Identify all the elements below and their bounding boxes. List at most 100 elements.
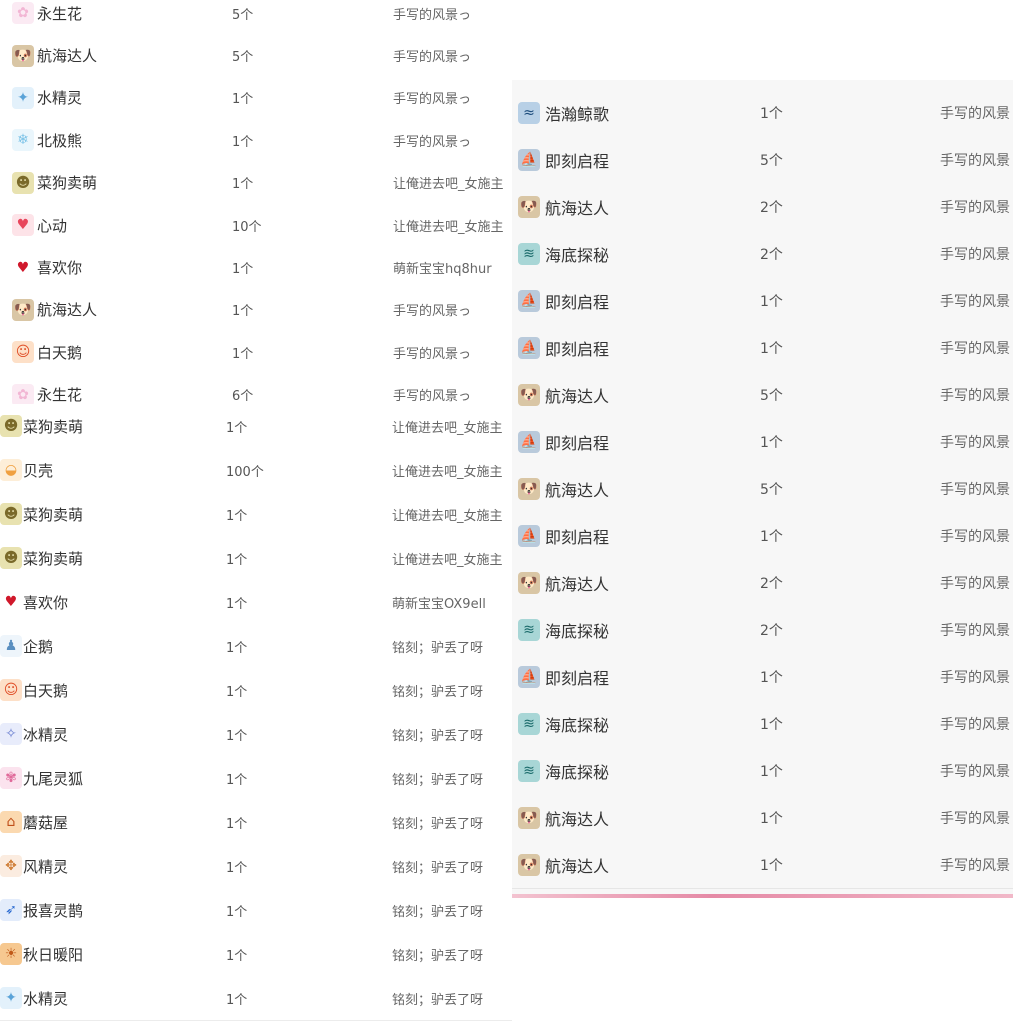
gift-name: 菜狗卖萌 xyxy=(23,549,84,568)
gift-sender: 铭刻；驴丢了呀 xyxy=(392,904,484,920)
gift-sender: 铭刻；驴丢了呀 xyxy=(392,728,484,744)
gift-row: 🐶 航海达人 2个 手写的风景 xyxy=(512,559,1013,607)
gift-count: 1个 xyxy=(760,340,783,357)
gift-count: 5个 xyxy=(232,7,254,23)
gift-row: 🐶 航海达人 5个 手写的风景 xyxy=(512,465,1013,513)
pug-icon: 🐶 xyxy=(518,383,540,406)
gift-count: 1个 xyxy=(226,904,248,920)
gift-row: ≋ 海底探秘 1个 手写的风景 xyxy=(512,747,1013,795)
gift-row: ♟ 企鹅 1个 铭刻；驴丢了呀 xyxy=(0,624,512,669)
gift-row: ✿ 永生花 5个 手写的风景っ xyxy=(0,0,512,36)
gift-row: ⛵ 即刻启程 1个 手写的风景 xyxy=(512,277,1013,325)
gift-sender: 让俺进去吧_女施主 xyxy=(392,508,503,524)
gift-count: 1个 xyxy=(226,948,248,964)
gift-row: ≈ 浩瀚鲸歌 1个 手写的风景 xyxy=(512,89,1013,137)
dog-face-icon: ☻ xyxy=(0,415,22,437)
seabed-icon: ≋ xyxy=(518,712,540,735)
gift-row: ♥ 心动 10个 让俺进去吧_女施主 xyxy=(0,204,512,248)
gift-sender: 手写的风景っ xyxy=(393,50,472,66)
pug-icon: 🐶 xyxy=(518,806,540,829)
gift-count: 2个 xyxy=(760,575,783,592)
pug-icon: 🐶 xyxy=(518,571,540,594)
gift-count: 2个 xyxy=(760,199,783,216)
gift-row: ☀ 秋日暖阳 1个 铭刻；驴丢了呀 xyxy=(0,932,512,977)
gift-name: 航海达人 xyxy=(545,198,610,218)
gift-row: ☻ 菜狗卖萌 1个 让俺进去吧_女施主 xyxy=(0,161,512,205)
gift-sender: 手写的风景 xyxy=(940,199,1010,216)
gift-name: 菜狗卖萌 xyxy=(37,174,98,193)
heart-icon: ♥ xyxy=(0,591,22,613)
gift-sender: 萌新宝宝hq8hur xyxy=(393,262,492,278)
ship-icon: ⛵ xyxy=(518,524,540,547)
gift-count: 1个 xyxy=(760,716,783,733)
gift-row: ◒ 贝壳 100个 让俺进去吧_女施主 xyxy=(0,448,512,493)
gift-count: 1个 xyxy=(232,92,254,108)
wind-sprite-icon: ✥ xyxy=(0,855,22,877)
seabed-icon: ≋ xyxy=(518,242,540,265)
gift-count: 1个 xyxy=(226,860,248,876)
gift-row: ☺ 白天鹅 1个 手写的风景っ xyxy=(0,331,512,375)
magpie-icon: ➶ xyxy=(0,899,22,921)
gift-name: 海底探秘 xyxy=(545,245,610,265)
ship-icon: ⛵ xyxy=(518,665,540,688)
gift-name: 永生花 xyxy=(37,4,83,23)
gift-count: 1个 xyxy=(226,816,248,832)
dog-face-icon: ☻ xyxy=(0,547,22,569)
gift-sender: 让俺进去吧_女施主 xyxy=(393,219,504,235)
ship-icon: ⛵ xyxy=(518,289,540,312)
gift-sender: 手写的风景 xyxy=(940,387,1010,404)
gift-list-panel-3: ≈ 浩瀚鲸歌 1个 手写的风景 ⛵ 即刻启程 5个 手写的风景 🐶 航海达人 2个 手写的风景 ≋ 海底探… xyxy=(512,80,1013,898)
gift-row: ♥ 喜欢你 1个 萌新宝宝hq8hur xyxy=(0,246,512,290)
gift-count: 6个 xyxy=(232,389,254,405)
gift-row: ☻ 菜狗卖萌 1个 让俺进去吧_女施主 xyxy=(0,536,512,581)
gift-name: 喜欢你 xyxy=(23,593,69,612)
water-sprite-icon: ✦ xyxy=(0,987,22,1009)
gift-name: 海底探秘 xyxy=(545,621,610,641)
gift-count: 5个 xyxy=(232,50,254,66)
gift-count: 1个 xyxy=(760,763,783,780)
gift-row: ✦ 水精灵 1个 铭刻；驴丢了呀 xyxy=(0,976,512,1021)
gift-count: 1个 xyxy=(226,552,248,568)
gift-count: 1个 xyxy=(226,992,248,1008)
polar-bear-icon: ❄ xyxy=(12,129,34,152)
gift-sender: 让俺进去吧_女施主 xyxy=(392,552,503,568)
ship-icon: ⛵ xyxy=(518,148,540,171)
gift-row: ☺ 白天鹅 1个 铭刻；驴丢了呀 xyxy=(0,668,512,713)
mushroom-house-icon: ⌂ xyxy=(0,811,22,833)
gift-sender: 铭刻；驴丢了呀 xyxy=(392,684,484,700)
gift-name: 秋日暖阳 xyxy=(23,945,84,964)
gift-row: 🐶 航海达人 1个 手写的风景 xyxy=(512,841,1013,889)
gift-count: 1个 xyxy=(232,177,254,193)
gift-name: 水精灵 xyxy=(23,989,69,1008)
autumn-sun-icon: ☀ xyxy=(0,943,22,965)
gift-count: 2个 xyxy=(760,622,783,639)
gift-count: 1个 xyxy=(226,728,248,744)
gift-name: 海底探秘 xyxy=(545,762,610,782)
gift-row: 🐶 航海达人 1个 手写的风景っ xyxy=(0,288,512,333)
gift-sender: 手写的风景 xyxy=(940,246,1010,263)
gift-sender: 手写的风景 xyxy=(940,340,1010,357)
gift-name: 航海达人 xyxy=(545,856,610,876)
gift-sender: 手写的风景っ xyxy=(393,304,472,320)
gift-sender: 萌新宝宝OX9ell xyxy=(392,596,486,612)
gift-row: ✾ 九尾灵狐 1个 铭刻；驴丢了呀 xyxy=(0,756,512,801)
gift-name: 航海达人 xyxy=(37,301,98,320)
dog-face-icon: ☻ xyxy=(0,503,22,525)
gift-sender: 手写的风景っ xyxy=(393,389,472,405)
gift-row: ≋ 海底探秘 2个 手写的风景 xyxy=(512,230,1013,278)
gift-row: ≋ 海底探秘 1个 手写的风景 xyxy=(512,700,1013,748)
gift-sender: 手写的风景 xyxy=(940,622,1010,639)
gift-name: 风精灵 xyxy=(23,857,69,876)
gift-list-panel-2: ☻ 菜狗卖萌 1个 让俺进去吧_女施主 ◒ 贝壳 100个 让俺进去吧_女施主 ☻ 菜狗卖萌 1个让… xyxy=(0,404,512,1024)
gift-row: ⛵ 即刻启程 5个 手写的风景 xyxy=(512,136,1013,184)
gift-name: 海底探秘 xyxy=(545,715,610,735)
gift-sender: 手写的风景 xyxy=(940,763,1010,780)
heart-icon: ♥ xyxy=(12,256,34,279)
gift-sender: 铭刻；驴丢了呀 xyxy=(392,948,484,964)
gift-count: 1个 xyxy=(226,596,248,612)
gift-count: 1个 xyxy=(760,105,783,122)
gift-sender: 手写的风景 xyxy=(940,293,1010,310)
swan-icon: ☺ xyxy=(12,341,34,364)
gift-row: ≋ 海底探秘 2个 手写的风景 xyxy=(512,606,1013,654)
ship-icon: ⛵ xyxy=(518,430,540,453)
